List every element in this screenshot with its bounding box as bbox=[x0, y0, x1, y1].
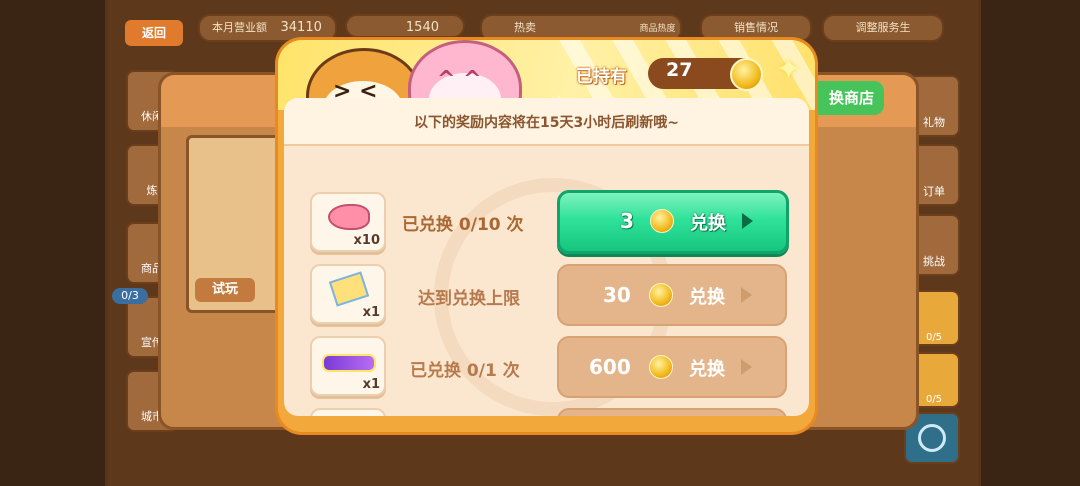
exchange-price-3: 600 bbox=[589, 355, 631, 379]
staff-button[interactable]: 调整服务生 bbox=[822, 14, 944, 42]
play-arrow-icon bbox=[741, 287, 752, 303]
exchange-button-1[interactable]: 3 兑换 bbox=[557, 190, 789, 254]
coin-icon bbox=[649, 283, 673, 307]
reward-status-2: 达到兑换上限 bbox=[418, 289, 520, 309]
sales-button[interactable]: 销售情况 bbox=[700, 14, 812, 42]
reward-item-3[interactable]: x1 bbox=[310, 336, 386, 396]
heat-label: 热卖 bbox=[514, 21, 536, 34]
task-progress-2: 0/5 bbox=[925, 394, 943, 405]
challenge-label: 挑战 bbox=[923, 255, 945, 268]
progress-badge-left: 0/3 bbox=[112, 288, 148, 304]
revenue-pill: 本月营业额 34110 bbox=[198, 14, 337, 42]
exchange-label-2: 兑换 bbox=[689, 287, 725, 308]
reward-item-4-partial[interactable] bbox=[310, 408, 386, 416]
back-button[interactable]: 返回 bbox=[125, 20, 183, 46]
sales-label: 销售情况 bbox=[734, 21, 778, 34]
reward-item-2[interactable]: x1 bbox=[310, 264, 386, 324]
reward-list-panel: 以下的奖励内容将在15天3小时后刷新哦~ x10 已兑换 0/10 次 3 兑换… bbox=[284, 98, 809, 416]
exchange-button-3[interactable]: 600 兑换 bbox=[557, 336, 787, 398]
exchange-price-1: 3 bbox=[620, 209, 634, 233]
held-value: 27 bbox=[666, 59, 693, 81]
coin-icon bbox=[650, 209, 674, 233]
reward-qty-2: x1 bbox=[362, 305, 380, 320]
held-label: 已持有 bbox=[576, 67, 627, 87]
sparkle-icon: ✦ bbox=[776, 52, 802, 87]
ticket-icon bbox=[328, 271, 370, 307]
exchange-modal: > < ^ ^ 已持有 27 ✦ 以下的奖励内容将在15天3小时后刷新哦~ x1… bbox=[278, 40, 815, 432]
product-heat-label: 商品热度 bbox=[639, 24, 676, 34]
refine-label: 炼 bbox=[146, 184, 158, 197]
pink-cat-eyes: ^ ^ bbox=[437, 67, 482, 92]
task-progress-1: 0/5 bbox=[925, 332, 943, 343]
fish-counter: 1540 bbox=[345, 14, 465, 38]
crown-coin-icon bbox=[730, 58, 763, 91]
refresh-notice: 以下的奖励内容将在15天3小时后刷新哦~ bbox=[414, 115, 679, 131]
trial-button[interactable]: 试玩 bbox=[195, 278, 255, 302]
staff-label: 调整服务生 bbox=[855, 21, 911, 34]
reward-qty-3: x1 bbox=[362, 377, 380, 392]
exchange-button-2[interactable]: 30 兑换 bbox=[557, 264, 787, 326]
reward-status-1: 已兑换 0/10 次 bbox=[402, 215, 524, 235]
exchange-price-2: 30 bbox=[603, 283, 631, 307]
fish-icon bbox=[328, 204, 370, 230]
reward-status-3: 已兑换 0/1 次 bbox=[410, 361, 520, 381]
exchange-button-4-partial[interactable] bbox=[557, 408, 787, 416]
coin-icon bbox=[649, 355, 673, 379]
play-arrow-icon bbox=[741, 359, 752, 375]
revenue-value: 34110 bbox=[280, 20, 322, 35]
fish-counter-value: 1540 bbox=[405, 20, 439, 35]
exchange-label-1: 兑换 bbox=[690, 213, 726, 234]
revenue-label: 本月营业额 bbox=[212, 21, 267, 34]
order-label: 订单 bbox=[923, 185, 945, 198]
globe-icon bbox=[918, 424, 946, 452]
nameplate-icon bbox=[322, 354, 376, 372]
reward-qty-1: x10 bbox=[353, 233, 380, 248]
scenario-card[interactable]: 试玩 bbox=[186, 135, 284, 313]
heat-meter: 热卖 商品热度 bbox=[480, 14, 682, 42]
gift-label: 礼物 bbox=[923, 116, 945, 129]
reward-item-1[interactable]: x10 bbox=[310, 192, 386, 252]
play-arrow-icon bbox=[742, 213, 753, 229]
exchange-label-3: 兑换 bbox=[689, 359, 725, 380]
